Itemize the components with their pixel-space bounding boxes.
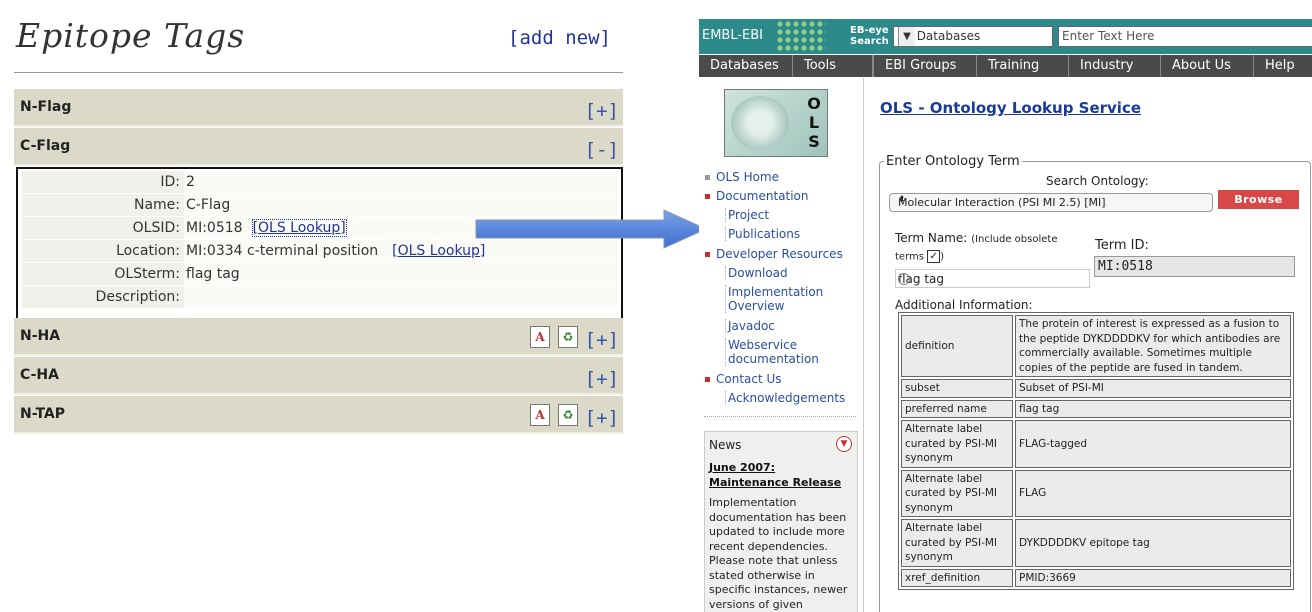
field-label: OLSID: — [132, 220, 180, 236]
recycle-bin-icon[interactable]: ♻ — [558, 326, 578, 348]
news-box: News ▼ June 2007: Maintenance Release Im… — [704, 431, 858, 612]
nav-databases[interactable]: Databases — [699, 55, 793, 77]
include-obsolete-checkbox[interactable]: ✓ — [927, 250, 941, 263]
ols-lookup-link[interactable]: [OLS Lookup] — [392, 243, 485, 259]
detail-row-description: Description: — [22, 286, 617, 309]
chevron-down-icon[interactable]: ▼ — [898, 27, 915, 46]
sidebar-item-javadoc[interactable]: Javadoc — [725, 319, 775, 333]
ebi-header: EMBL-EBI EB-eye Search All Databases ▼ En… — [699, 19, 1312, 54]
expand-toggle[interactable]: [+] — [585, 100, 619, 122]
field-value: MI:0518 [OLS Lookup] — [186, 219, 347, 237]
ebi-logo-dots — [776, 20, 826, 53]
tag-row-c-ha[interactable]: C-HA [+] — [14, 357, 623, 395]
tag-row-n-tap[interactable]: N-TAP A ♻ [+] — [14, 396, 623, 434]
collapse-toggle[interactable]: [-] — [585, 139, 619, 161]
field-label: Description: — [95, 289, 180, 305]
pdf-icon[interactable]: A — [530, 404, 550, 426]
sidebar-item-ols-home[interactable]: OLS Home — [705, 170, 779, 184]
table-row: preferred name flag tag — [901, 399, 1291, 418]
nav-help[interactable]: Help — [1254, 55, 1312, 77]
top-nav: Databases Tools EBI Groups Training Indu… — [699, 55, 1312, 77]
nav-tools[interactable]: Tools — [793, 55, 873, 77]
sidebar-item-download[interactable]: Download — [725, 266, 788, 280]
tag-row-n-flag[interactable]: N-Flag [+] — [14, 89, 623, 127]
search-ontology-label: Search Ontology: — [1046, 174, 1149, 188]
field-label: Location: — [116, 243, 180, 259]
field-value: 2 — [186, 174, 195, 190]
ols-logo[interactable]: OLS — [724, 89, 828, 157]
table-row: subset Subset of PSI-MI — [901, 379, 1291, 398]
field-value: flag tag — [186, 266, 240, 282]
updown-icon: ⬍ — [898, 195, 906, 205]
eb-eye-label: EB-eye Search — [850, 25, 889, 47]
recycle-bin-icon[interactable]: ♻ — [558, 404, 578, 426]
news-headline-link[interactable]: June 2007: Maintenance Release — [709, 460, 849, 490]
right-arrow-icon — [475, 209, 708, 249]
sidebar-item-contact-us[interactable]: Contact Us — [705, 372, 782, 386]
browse-button[interactable]: Browse — [1218, 190, 1299, 209]
field-label: Name: — [133, 197, 180, 213]
database-select[interactable]: All Databases ▼ — [893, 26, 1053, 47]
table-row: xref_definition PMID:3669 — [901, 568, 1291, 587]
sidebar-item-webservice-documentation[interactable]: Webservice documentation — [725, 338, 819, 366]
table-row: definition The protein of interest is exp… — [901, 315, 1291, 377]
nav-training[interactable]: Training — [977, 55, 1069, 77]
fieldset-legend: Enter Ontology Term — [884, 154, 1022, 169]
term-name-input[interactable]: flag tag — [895, 269, 1090, 288]
term-id-label: Term ID: — [1095, 238, 1149, 253]
obsolete-option: terms ✓) — [895, 250, 945, 263]
ontology-term-fieldset: Enter Ontology Term Search Ontology: Mol… — [879, 154, 1311, 612]
tag-label: C-Flag — [20, 138, 71, 154]
ols-lookup-link[interactable]: [OLS Lookup] — [251, 219, 347, 237]
detail-row-olsterm: OLSterm: flag tag — [22, 263, 617, 286]
term-id-input[interactable]: MI:0518 — [1094, 256, 1295, 277]
ols-browser-panel: EMBL-EBI EB-eye Search All Databases ▼ En… — [699, 0, 1312, 612]
nav-ebi-groups[interactable]: EBI Groups — [873, 55, 977, 77]
field-label: ID: — [160, 174, 180, 190]
add-new-link[interactable]: [add new] — [508, 27, 611, 49]
spinner-icon — [898, 273, 910, 285]
news-header: News — [709, 438, 742, 452]
field-label: OLSterm: — [114, 266, 180, 282]
sidebar-item-acknowledgements[interactable]: Acknowledgements — [725, 391, 845, 405]
news-body: Implementation documentation has been up… — [709, 496, 848, 611]
page-title: Epitope Tags — [16, 16, 246, 55]
additional-info-label: Additional Information: — [895, 298, 1033, 312]
sidebar-item-documentation[interactable]: Documentation — [705, 189, 809, 203]
field-value: C-Flag — [186, 197, 231, 213]
ols-title-link[interactable]: OLS - Ontology Lookup Service — [880, 99, 1141, 117]
divider — [14, 72, 623, 73]
sidebar-item-developer-resources[interactable]: Developer Resources — [705, 247, 843, 261]
table-row: Alternate label curated by PSI-MI synony… — [901, 469, 1291, 517]
sidebar-item-publications[interactable]: Publications — [725, 227, 800, 241]
table-row: Alternate label curated by PSI-MI synony… — [901, 519, 1291, 567]
pdf-icon[interactable]: A — [530, 326, 550, 348]
ols-sidebar: OLS OLS Home Documentation Project Publi… — [699, 78, 864, 612]
expand-toggle[interactable]: [+] — [585, 329, 619, 351]
tag-label: N-TAP — [20, 406, 66, 422]
tag-label: C-HA — [20, 367, 59, 383]
nav-industry[interactable]: Industry — [1069, 55, 1161, 77]
ols-main: OLS - Ontology Lookup Service Enter Onto… — [865, 78, 1312, 612]
tag-label: N-HA — [20, 328, 61, 344]
tag-row-n-ha[interactable]: N-HA A ♻ [+] — [14, 318, 623, 356]
nav-about-us[interactable]: About Us — [1161, 55, 1254, 77]
search-input[interactable]: Enter Text Here — [1058, 26, 1312, 47]
tag-label: N-Flag — [20, 99, 72, 115]
term-name-label: Term Name: (Include obsolete — [895, 231, 1058, 245]
table-row: Alternate label curated by PSI-MI synony… — [901, 420, 1291, 468]
expand-toggle[interactable]: [+] — [585, 368, 619, 390]
additional-info-table: definition The protein of interest is exp… — [898, 312, 1294, 590]
sidebar-item-implementation-overview[interactable]: Implementation Overview — [725, 285, 823, 313]
sidebar-item-project[interactable]: Project — [725, 208, 769, 222]
ebi-logo[interactable]: EMBL-EBI — [702, 28, 763, 43]
expand-toggle[interactable]: [+] — [585, 407, 619, 429]
tag-row-c-flag[interactable]: C-Flag [-] — [14, 128, 623, 166]
field-value: MI:0334 c-terminal position [OLS Lookup] — [186, 243, 486, 259]
detail-row-id: ID: 2 — [22, 171, 617, 194]
ontology-select[interactable]: Molecular Interaction (PSI MI 2.5) [MI] … — [889, 193, 1213, 212]
collapse-icon[interactable]: ▼ — [836, 436, 852, 452]
